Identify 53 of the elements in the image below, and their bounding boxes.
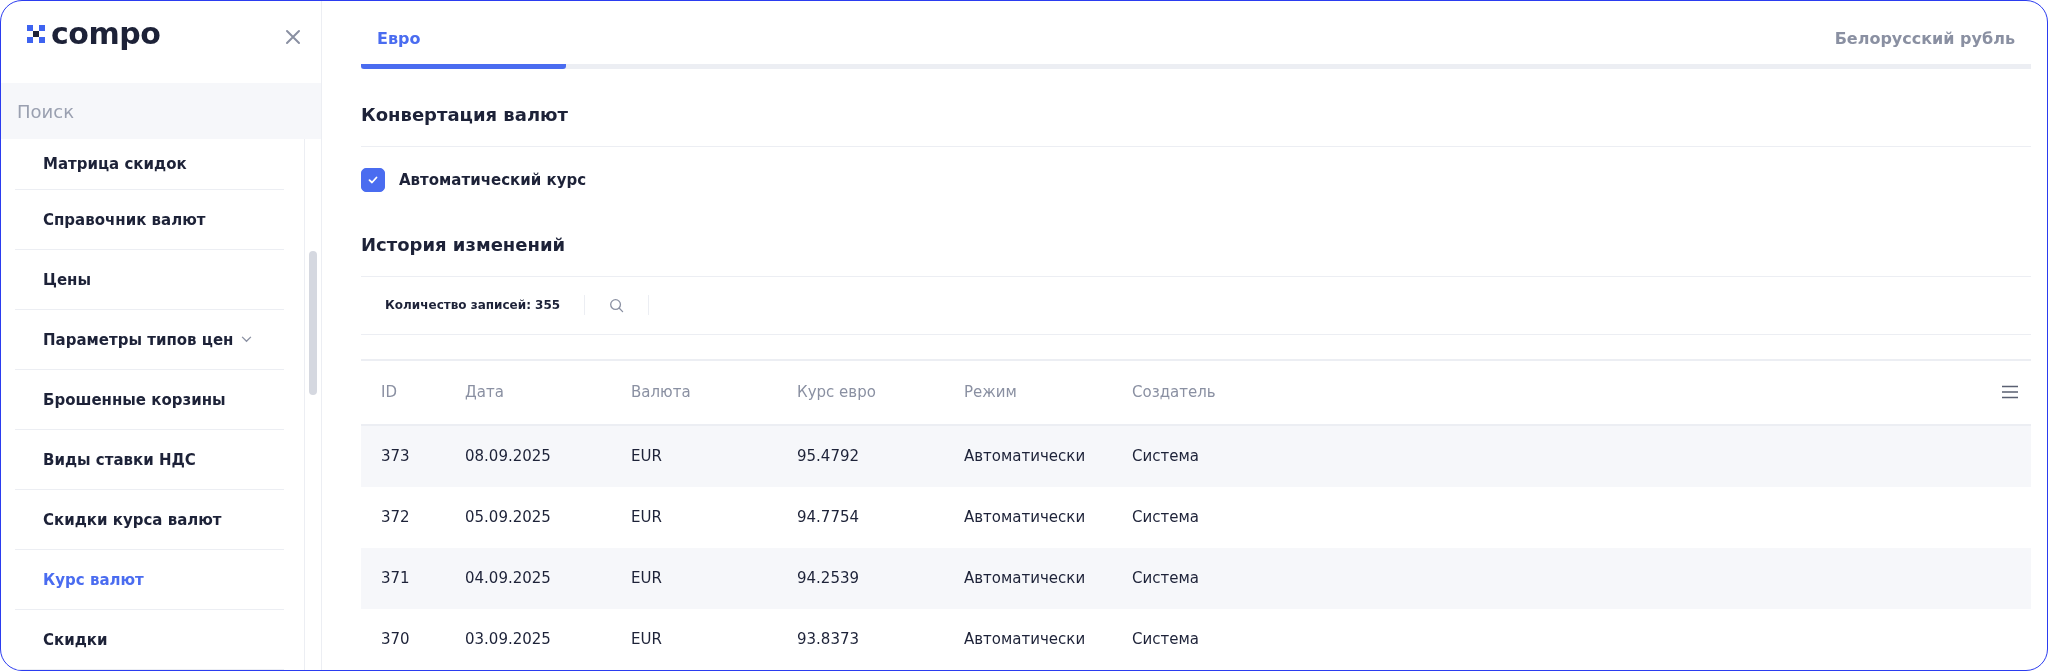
- table-cell-text: 373: [380, 447, 411, 466]
- sidebar-item[interactable]: Матрица скидок: [15, 139, 284, 190]
- column-header: Режим: [963, 383, 1018, 402]
- table-cell-text: Система: [1131, 569, 1200, 588]
- column-header: Валюта: [630, 383, 692, 402]
- section-title: История изменений: [361, 234, 566, 256]
- table-cell-text: EUR: [630, 569, 663, 588]
- column-header: ID: [380, 383, 398, 402]
- table-cell-text: EUR: [630, 447, 663, 466]
- column-header: Курс евро: [796, 383, 877, 402]
- table-cell-text: 05.09.2025: [464, 508, 552, 527]
- sidebar-item[interactable]: Скидки: [15, 610, 284, 670]
- column-header: Дата: [464, 383, 505, 402]
- sidebar-item[interactable]: Параметры типов цен: [15, 310, 284, 370]
- menu-icon[interactable]: [2001, 385, 2019, 400]
- checkbox-label: Автоматический курс: [399, 171, 587, 189]
- sidebar-item[interactable]: Курс валют: [15, 550, 284, 610]
- table-cell-text: 03.09.2025: [464, 630, 552, 649]
- section-title: Конвертация валют: [361, 103, 568, 125]
- sidebar-item[interactable]: Виды ставки НДС: [15, 430, 284, 490]
- checkbox[interactable]: [361, 168, 385, 192]
- table-cell-text: Система: [1131, 447, 1200, 466]
- sidebar-item[interactable]: Брошенные корзины: [15, 370, 284, 430]
- table-cell-text: 93.8373: [796, 630, 861, 649]
- table-cell-text: Система: [1131, 508, 1200, 527]
- table-cell-text: 08.09.2025: [464, 447, 552, 466]
- close-icon[interactable]: [285, 29, 301, 45]
- sidebar-item[interactable]: Цены: [15, 250, 284, 310]
- table-cell-text: 370: [380, 630, 411, 649]
- table-cell-text: Автоматически: [963, 630, 1087, 649]
- record-count: Количество записей: 355: [385, 298, 561, 313]
- table-cell-text: 95.4792: [796, 447, 861, 466]
- table-cell-text: EUR: [630, 630, 663, 649]
- sidebar-item[interactable]: Скидки курса валют: [15, 490, 284, 550]
- table-cell-text: EUR: [630, 508, 663, 527]
- checkmark-icon: [367, 174, 379, 186]
- table-cell-text: 04.09.2025: [464, 569, 552, 588]
- logo-text: compo: [51, 19, 161, 49]
- logo-mark-icon: [27, 25, 45, 43]
- table-cell-text: Автоматически: [963, 447, 1087, 466]
- search-icon[interactable]: [609, 297, 625, 313]
- table-cell-text: 94.7754: [796, 508, 861, 527]
- table-cell-text: 94.2539: [796, 569, 861, 588]
- search-field[interactable]: Поиск: [1, 83, 321, 139]
- table-cell-text: Система: [1131, 630, 1200, 649]
- sidebar-item[interactable]: Справочник валют: [15, 190, 284, 250]
- table-cell-text: 372: [380, 508, 411, 527]
- tab[interactable]: Евро: [361, 29, 566, 69]
- scrollbar-thumb[interactable]: [309, 251, 317, 395]
- table-cell-text: Автоматически: [963, 508, 1087, 527]
- column-header: Создатель: [1131, 383, 1217, 402]
- table-cell-text: Автоматически: [963, 569, 1087, 588]
- table-cell-text: 371: [380, 569, 411, 588]
